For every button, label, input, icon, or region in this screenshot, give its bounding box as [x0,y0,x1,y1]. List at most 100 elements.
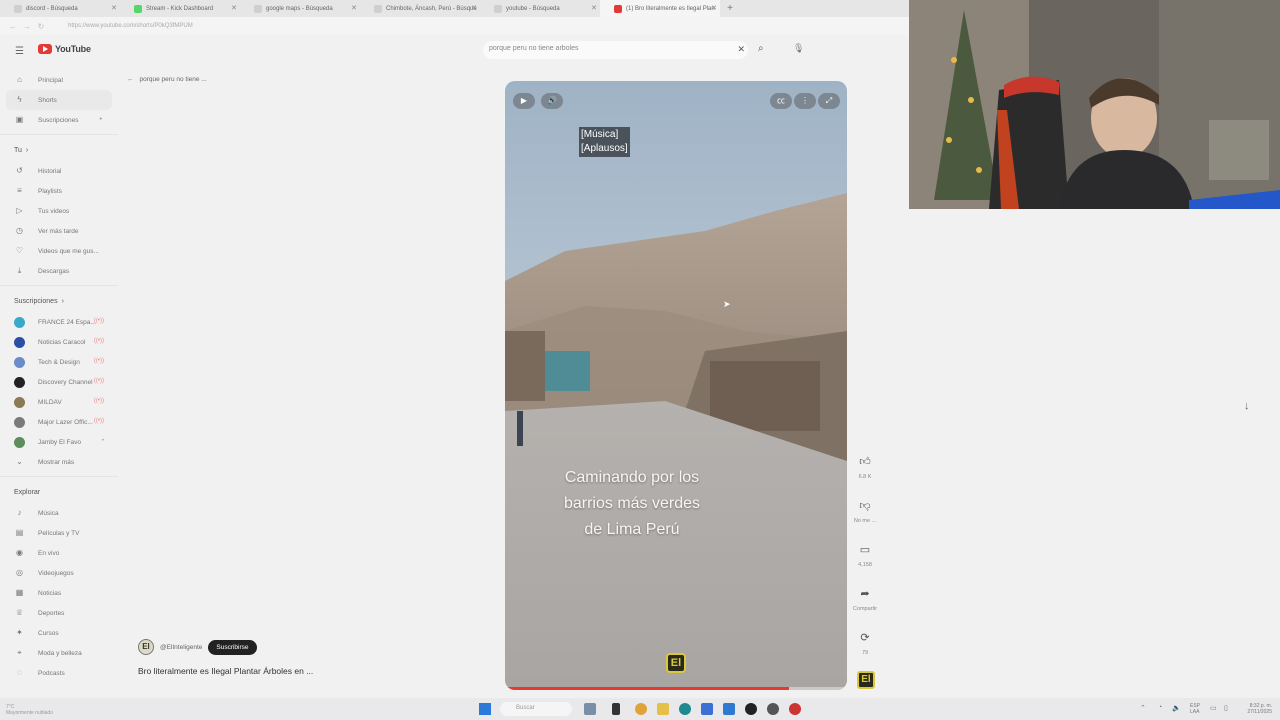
youtube-logo[interactable]: YouTube [38,44,91,54]
taskbar-search[interactable]: Buscar [500,702,572,716]
close-tab-icon[interactable]: ✕ [591,4,597,12]
capcut-icon[interactable] [745,703,757,715]
steam-icon[interactable] [767,703,779,715]
sidebar-item-explore-6[interactable]: ✦ Cursos [0,623,118,643]
sidebar-you-header[interactable]: Tu › [0,139,118,161]
shorts-player[interactable]: ▶ 🔊 ㏄ ⋮ ⤢ [Música] [Aplausos] Caminando … [505,81,847,690]
sidebar-item-explore-4[interactable]: ▦ Noticias [0,583,118,603]
sidebar-item-show-more[interactable]: ⌄ Mostrar más [0,452,118,472]
remix-icon[interactable]: ⟳ [848,631,882,646]
sidebar-explore-6-icon: ✦ [16,628,23,637]
sidebar-item-label: Mostrar más [38,458,75,466]
sidebar-item-label: Música [38,509,59,517]
sidebar-subscription-item[interactable]: FRANCE 24 Espa... ((•)) [0,312,118,332]
tab-favicon-icon [374,5,382,13]
browser-tab[interactable]: (1) Bro literalmente es Ilegal Plan ✕ [600,0,720,17]
sidebar-item-explore-3[interactable]: ◎ Videojuegos [0,563,118,583]
windows-start-icon[interactable] [479,703,491,715]
captions-button[interactable]: ㏄ [770,93,792,109]
browser-tab[interactable]: Chimbote, Áncash, Perú - Búsque ✕ [360,0,480,17]
store-icon[interactable] [701,703,713,715]
sidebar-explore-header[interactable]: Explorar [0,481,118,503]
sidebar-subscription-item[interactable]: Jamby El Favo • [0,432,118,452]
search-input[interactable]: porque peru no tiene arboles ✕ [483,41,748,59]
dislike-icon[interactable]: 👎︎ [848,499,882,514]
subscription-label: Tech & Design [38,358,80,366]
file-explorer-icon[interactable] [612,703,620,715]
share-icon[interactable]: ➦ [848,587,882,602]
browser-tab[interactable]: Stream - Kick Dashboard ✕ [120,0,240,17]
close-tab-icon[interactable]: ✕ [471,4,477,12]
volume-tray-icon[interactable]: 🔈 [1172,704,1181,712]
back-to-search-link[interactable]: ← porque peru no tiene ... [127,76,207,83]
obs-icon[interactable] [789,703,801,715]
wifi-icon[interactable]: ◔ [1158,704,1162,711]
browser-tab[interactable]: google maps - Búsqueda ✕ [240,0,360,17]
sidebar-item-you-1[interactable]: ≡ Playlists [0,181,118,201]
sidebar-item-explore-2[interactable]: ◉ En vivo [0,543,118,563]
sidebar-subscription-item[interactable]: Discovery Channel ((•)) [0,372,118,392]
like-icon[interactable]: 👍︎ [848,455,882,470]
tray-chevron-icon[interactable]: ⌃ [1140,704,1146,712]
reload-icon[interactable]: ↻ [34,22,48,31]
close-tab-icon[interactable]: ✕ [351,4,357,12]
sidebar-subscription-item[interactable]: Tech & Design ((•)) [0,352,118,372]
language-indicator[interactable]: ESP LAA [1190,703,1200,715]
short-title[interactable]: Bro literalmente es Ilegal Plantar Árbol… [138,666,313,676]
channel-handle[interactable]: @ElInteligente [160,644,202,651]
tab-label: youtube - Búsqueda [506,5,560,12]
video-progress-bar[interactable] [505,687,847,690]
sidebar-subscription-item[interactable]: Noticias Caracol ((•)) [0,332,118,352]
sidebar-item-explore-7[interactable]: ⌖ Moda y belleza [0,643,118,663]
browser-tab[interactable]: discord - Búsqueda ✕ [0,0,120,17]
closed-caption: [Música] [Aplausos] [579,127,630,157]
sidebar-you-0-icon: ↺ [16,166,23,175]
battery-icon[interactable]: ▯ [1224,704,1228,712]
youtube-play-icon [38,44,52,54]
search-icon[interactable]: ⌕ [758,43,764,54]
volume-button[interactable]: 🔊 [541,93,563,109]
url-field[interactable]: https://www.youtube.com/shorts/P0kQ3fMPU… [68,23,193,29]
sidebar-item-explore-5[interactable]: ♕ Deportes [0,603,118,623]
widgets-icon[interactable] [584,703,596,715]
clock[interactable]: 8:32 p. m. 27/11/2025 [1247,703,1272,715]
clear-search-icon[interactable]: ✕ [737,44,745,55]
sidebar-subscription-item[interactable]: MILDAV ((•)) [0,392,118,412]
sidebar-item-explore-0[interactable]: ♪ Música [0,503,118,523]
edge-icon[interactable] [679,703,691,715]
forward-arrow-icon[interactable]: → [20,22,34,31]
sidebar-item-you-3[interactable]: ◷ Ver más tarde [0,221,118,241]
new-tab-button[interactable]: + [720,3,740,14]
microphone-icon[interactable]: 🎙 [793,43,804,54]
sidebar-item-you-5[interactable]: ⤓ Descargas [0,261,118,281]
sidebar-item-main-0[interactable]: ⌂ Principal [0,70,118,90]
back-arrow-icon[interactable]: ← [6,22,20,31]
sidebar-item-explore-8[interactable]: ◌ Podcasts [0,663,118,683]
comments-icon[interactable]: ▭ [848,543,882,558]
subscribe-button[interactable]: Suscribirse [208,639,257,655]
more-options-icon[interactable]: ⋮ [794,93,816,109]
close-tab-icon[interactable]: ✕ [711,4,717,12]
sidebar-item-you-0[interactable]: ↺ Historial [0,161,118,181]
close-tab-icon[interactable]: ✕ [231,4,237,12]
play-button[interactable]: ▶ [513,93,535,109]
close-tab-icon[interactable]: ✕ [111,4,117,12]
sidebar-subscriptions-header[interactable]: Suscripciones › [0,290,118,312]
sidebar-item-explore-1[interactable]: ▤ Películas y TV [0,523,118,543]
channel-avatar[interactable]: El [138,639,154,655]
sidebar-subscription-item[interactable]: Major Lazer Offic... ((•)) [0,412,118,432]
next-short-arrow-icon[interactable]: ↓ [1244,400,1250,412]
sidebar-item-main-1[interactable]: ϟ Shorts [6,90,112,110]
browser-tab[interactable]: youtube - Búsqueda ✕ [480,0,600,17]
network-icon[interactable]: ▭ [1210,704,1217,712]
sidebar-item-you-2[interactable]: ▷ Tus videos [0,201,118,221]
sidebar-item-main-2[interactable]: ▣ Suscripciones • [0,110,118,130]
sound-source-avatar[interactable]: El [857,671,875,689]
chrome-icon[interactable] [635,703,647,715]
weather-widget[interactable]: 7°C Mayormente nublado [6,704,53,716]
vscode-icon[interactable] [723,703,735,715]
hamburger-menu-icon[interactable]: ☰ [15,46,24,57]
fullscreen-icon[interactable]: ⤢ [818,93,840,109]
folder-icon[interactable] [657,703,669,715]
sidebar-item-you-4[interactable]: ♡ Videos que me gus... [0,241,118,261]
